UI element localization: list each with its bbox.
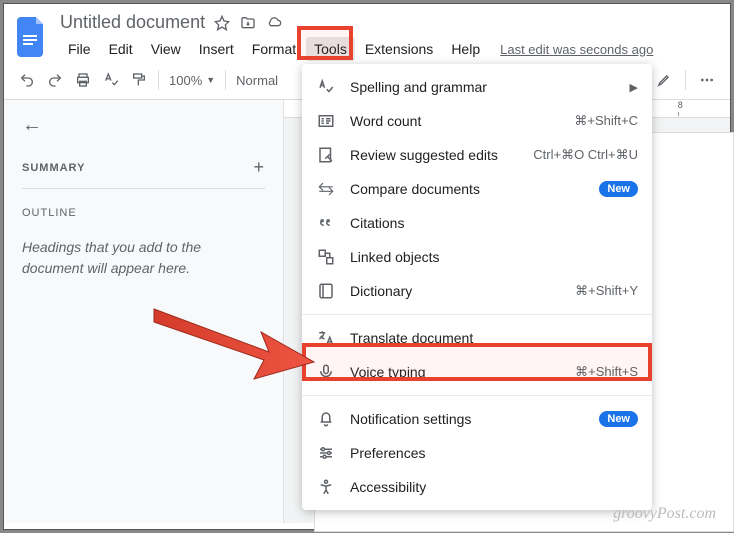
- linked-objects-icon: [316, 248, 336, 266]
- more-toolbar-button[interactable]: [694, 67, 720, 93]
- outline-sidebar: ← SUMMARY + OUTLINE Headings that you ad…: [4, 100, 284, 523]
- tools-menu-dropdown: Spelling and grammar ▶ Word count ⌘+Shif…: [302, 64, 652, 510]
- menu-help[interactable]: Help: [443, 37, 488, 61]
- zoom-select[interactable]: 100%▼: [165, 73, 219, 88]
- menu-file[interactable]: File: [60, 37, 99, 61]
- menubar: File Edit View Insert Format Tools Exten…: [60, 37, 720, 61]
- spellcheck-icon: [316, 78, 336, 96]
- compare-icon: [316, 180, 336, 198]
- docs-logo-icon[interactable]: [14, 15, 50, 59]
- menu-extensions[interactable]: Extensions: [357, 37, 441, 61]
- bell-icon: [316, 410, 336, 428]
- add-summary-button[interactable]: +: [253, 157, 265, 178]
- translate-icon: [316, 329, 336, 347]
- dictionary-icon: [316, 282, 336, 300]
- menu-voice-typing[interactable]: Voice typing ⌘+Shift+S: [302, 355, 652, 389]
- new-badge: New: [599, 181, 638, 197]
- menu-preferences[interactable]: Preferences: [302, 436, 652, 470]
- watermark: groovyPost.com: [613, 505, 716, 523]
- menu-edit[interactable]: Edit: [101, 37, 141, 61]
- undo-button[interactable]: [14, 67, 40, 93]
- menu-word-count[interactable]: Word count ⌘+Shift+C: [302, 104, 652, 138]
- redo-button[interactable]: [42, 67, 68, 93]
- menu-linked-objects[interactable]: Linked objects: [302, 240, 652, 274]
- menu-translate-document[interactable]: Translate document: [302, 321, 652, 355]
- menu-notification-settings[interactable]: Notification settings New: [302, 402, 652, 436]
- submenu-arrow-icon: ▶: [630, 81, 638, 94]
- new-badge: New: [599, 411, 638, 427]
- paint-format-button[interactable]: [126, 67, 152, 93]
- review-edits-icon: [316, 146, 336, 164]
- menu-compare-documents[interactable]: Compare documents New: [302, 172, 652, 206]
- star-icon[interactable]: [213, 14, 231, 32]
- summary-label: SUMMARY: [22, 162, 85, 174]
- spellcheck-button[interactable]: [98, 67, 124, 93]
- preferences-icon: [316, 444, 336, 462]
- menu-format[interactable]: Format: [244, 37, 304, 61]
- menu-spelling-grammar[interactable]: Spelling and grammar ▶: [302, 70, 652, 104]
- paragraph-style-select[interactable]: Normal: [232, 73, 282, 88]
- menu-review-suggested-edits[interactable]: Review suggested edits Ctrl+⌘O Ctrl+⌘U: [302, 138, 652, 172]
- menu-view[interactable]: View: [143, 37, 189, 61]
- mic-icon: [316, 363, 336, 381]
- outline-help-text: Headings that you add to the document wi…: [22, 237, 265, 279]
- menu-accessibility[interactable]: Accessibility: [302, 470, 652, 504]
- cloud-status-icon[interactable]: [265, 14, 283, 32]
- menu-tools[interactable]: Tools: [306, 37, 355, 61]
- outline-label: OUTLINE: [22, 207, 265, 219]
- menu-insert[interactable]: Insert: [191, 37, 242, 61]
- menu-citations[interactable]: Citations: [302, 206, 652, 240]
- move-folder-icon[interactable]: [239, 14, 257, 32]
- collapse-outline-button[interactable]: ←: [22, 114, 265, 137]
- highlight-color-button[interactable]: [651, 67, 677, 93]
- last-edit-link[interactable]: Last edit was seconds ago: [500, 38, 653, 61]
- word-count-icon: [316, 112, 336, 130]
- print-button[interactable]: [70, 67, 96, 93]
- accessibility-icon: [316, 478, 336, 496]
- document-title[interactable]: Untitled document: [60, 12, 205, 33]
- citations-icon: [316, 214, 336, 232]
- menu-dictionary[interactable]: Dictionary ⌘+Shift+Y: [302, 274, 652, 308]
